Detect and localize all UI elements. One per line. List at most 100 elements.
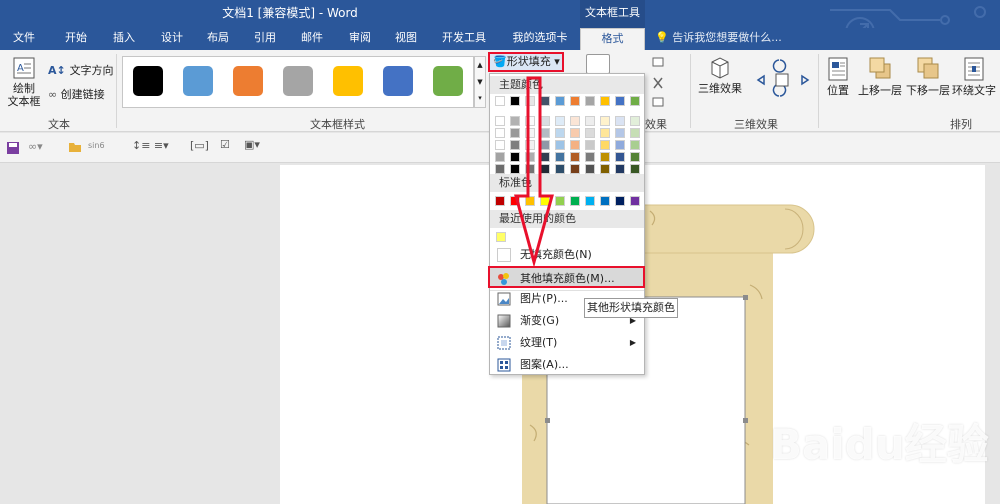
theme-color-swatch[interactable] (630, 152, 640, 162)
theme-color-swatch[interactable] (630, 96, 640, 106)
theme-color-swatch[interactable] (630, 164, 640, 174)
draw-textbox-button[interactable]: A 绘制 文本框 (6, 56, 42, 108)
theme-color-swatch[interactable] (600, 152, 610, 162)
theme-color-swatch[interactable] (615, 128, 625, 138)
theme-color-swatch[interactable] (615, 164, 625, 174)
send-backward-button[interactable]: 下移一层 (904, 56, 952, 97)
texture-icon (497, 336, 511, 350)
style-swatch-dark-blue[interactable] (383, 66, 413, 96)
theme-color-swatch[interactable] (570, 152, 580, 162)
theme-color-swatch[interactable] (600, 116, 610, 126)
tab-developer[interactable]: 开发工具 (436, 28, 492, 50)
more-fill-colors-item[interactable]: 其他填充颜色(M)... (488, 266, 645, 288)
standard-color-swatch[interactable] (570, 196, 580, 206)
wrap-text-button[interactable]: 环绕文字 (950, 56, 998, 97)
theme-color-swatch[interactable] (570, 96, 580, 106)
gradient-icon (497, 314, 511, 328)
style-swatch-black[interactable] (133, 66, 163, 96)
picture-icon (497, 292, 511, 306)
save-icon[interactable] (6, 141, 20, 155)
shape-outline-button[interactable] (586, 54, 610, 74)
chevron-down-icon: ▾ (550, 55, 560, 68)
pattern-fill-item[interactable]: 图案(A)... (490, 354, 644, 376)
standard-color-swatch[interactable] (600, 196, 610, 206)
folder-icon[interactable] (68, 141, 82, 153)
checkbox-icon[interactable]: ☑ (220, 138, 230, 151)
theme-color-swatch[interactable] (495, 96, 505, 106)
theme-color-swatch[interactable] (570, 140, 580, 150)
group-separator (818, 54, 819, 128)
theme-color-swatch[interactable] (495, 116, 505, 126)
theme-color-swatch[interactable] (615, 116, 625, 126)
group-separator (116, 54, 117, 128)
theme-color-swatch[interactable] (615, 96, 625, 106)
text-direction-button[interactable]: A↕ 文字方向 (48, 62, 114, 80)
standard-color-swatch[interactable] (585, 196, 595, 206)
theme-color-swatch[interactable] (570, 128, 580, 138)
theme-color-swatch[interactable] (495, 164, 505, 174)
create-link-button[interactable]: ∞ 创建链接 (48, 86, 105, 104)
texture-fill-item[interactable]: 纹理(T) ▶ (490, 332, 644, 354)
tab-home[interactable]: 开始 (56, 28, 96, 50)
theme-color-swatch[interactable] (585, 140, 595, 150)
theme-color-swatch[interactable] (615, 140, 625, 150)
standard-color-swatch[interactable] (630, 196, 640, 206)
theme-color-swatch[interactable] (585, 128, 595, 138)
theme-color-swatch[interactable] (600, 164, 610, 174)
theme-color-swatch[interactable] (570, 116, 580, 126)
style-swatch-green[interactable] (433, 66, 463, 96)
tab-review[interactable]: 审阅 (340, 28, 380, 50)
standard-color-swatch[interactable] (615, 196, 625, 206)
tab-file[interactable]: 文件 (4, 28, 44, 50)
line-spacing-icon[interactable]: ↕≡ ≡▾ (132, 139, 169, 152)
tab-my-tab[interactable]: 我的选项卡 (505, 28, 575, 50)
theme-color-swatch[interactable] (600, 128, 610, 138)
standard-color-swatch[interactable] (495, 196, 505, 206)
theme-color-swatch[interactable] (615, 152, 625, 162)
position-button[interactable]: 位置 (822, 56, 854, 97)
3d-effects-button[interactable]: 三维效果 (696, 56, 744, 95)
tab-layout[interactable]: 布局 (198, 28, 238, 50)
style-swatch-orange[interactable] (233, 66, 263, 96)
group-text-label: 文本 (48, 118, 70, 131)
tab-insert[interactable]: 插入 (104, 28, 144, 50)
image-icon[interactable]: ▣▾ (244, 138, 260, 151)
theme-color-swatch[interactable] (570, 164, 580, 174)
recent-color-swatch[interactable] (496, 232, 506, 242)
style-swatch-blue[interactable] (183, 66, 213, 96)
tab-references[interactable]: 引用 (245, 28, 285, 50)
3d-tilt-icon[interactable] (752, 56, 814, 106)
theme-color-swatch[interactable] (495, 152, 505, 162)
tab-mailings[interactable]: 邮件 (292, 28, 332, 50)
theme-color-swatch[interactable] (630, 140, 640, 150)
theme-color-swatch[interactable] (630, 116, 640, 126)
tab-view[interactable]: 视图 (386, 28, 426, 50)
theme-color-swatch[interactable] (600, 96, 610, 106)
paint-bucket-icon: 🪣 (493, 55, 507, 68)
tab-design[interactable]: 设计 (152, 28, 192, 50)
field-icon[interactable]: [▭] (190, 139, 209, 152)
shadow-nudge-icon[interactable] (652, 54, 666, 114)
bring-forward-button[interactable]: 上移一层 (856, 56, 904, 97)
theme-color-swatch[interactable] (495, 140, 505, 150)
tab-format[interactable]: 格式 (580, 28, 645, 50)
gallery-scroll[interactable]: ▲ ▼ ▾ (474, 56, 486, 108)
link-icon[interactable]: ∞▾ (28, 140, 43, 153)
theme-color-swatch[interactable] (495, 128, 505, 138)
gallery-expand-icon[interactable]: ▾ (475, 91, 485, 105)
style-swatch-gold[interactable] (333, 66, 363, 96)
tell-me-search[interactable]: 💡 告诉我您想要做什么... (655, 28, 782, 50)
shape-fill-button[interactable]: 🪣形状填充 ▾ (488, 52, 564, 72)
theme-color-swatch[interactable] (585, 116, 595, 126)
theme-color-swatch[interactable] (585, 164, 595, 174)
bring-forward-icon (869, 57, 891, 79)
scroll-down-icon[interactable]: ▼ (475, 74, 485, 91)
qat-item-label[interactable]: sin6 (88, 141, 105, 150)
style-swatch-gray[interactable] (283, 66, 313, 96)
theme-color-swatch[interactable] (585, 96, 595, 106)
theme-color-swatch[interactable] (600, 140, 610, 150)
theme-color-swatch[interactable] (585, 152, 595, 162)
scroll-up-icon[interactable]: ▲ (475, 57, 485, 74)
theme-color-swatch[interactable] (630, 128, 640, 138)
gradient-fill-label: 渐变(G) (520, 314, 560, 327)
